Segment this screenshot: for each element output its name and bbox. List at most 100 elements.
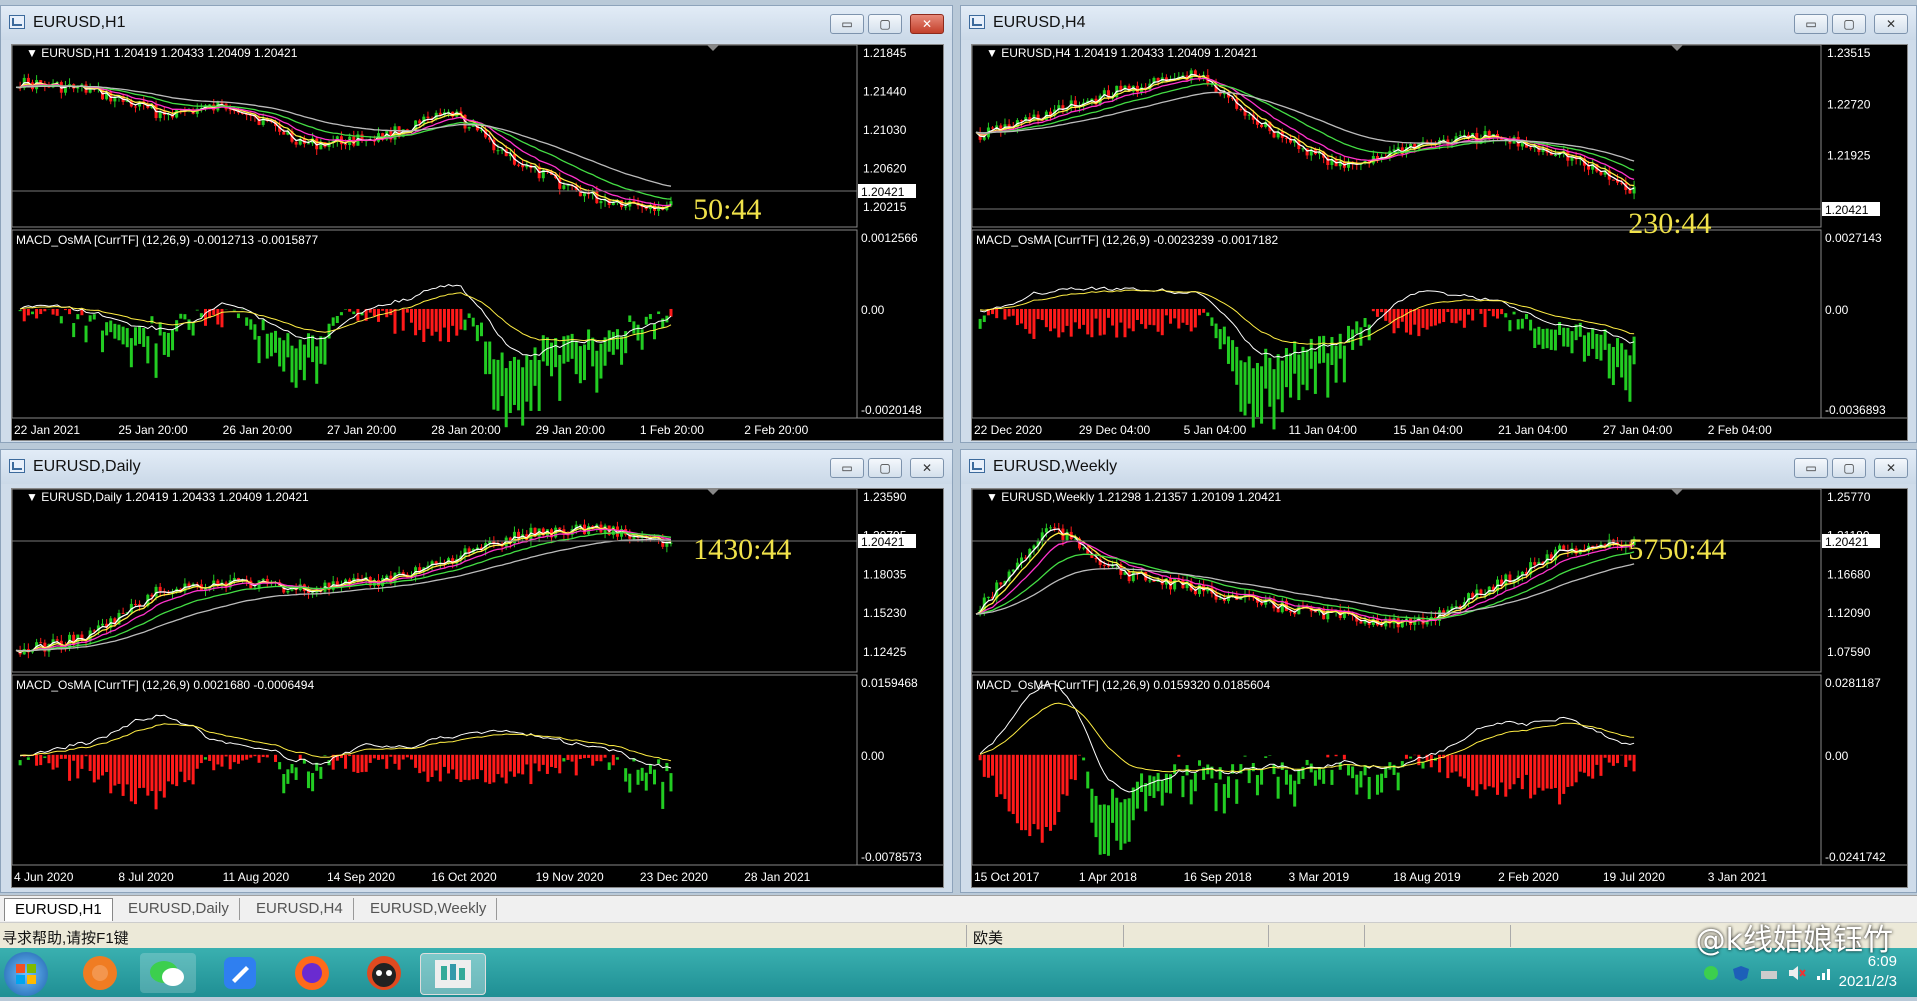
chart-header: ▼ EURUSD,H4 1.20419 1.20433 1.20409 1.20… [986,46,1258,60]
macd-bar [1082,309,1085,325]
taskbar-app-wechat[interactable] [140,953,196,993]
macd-bar [1525,314,1528,319]
chart-area[interactable]: ▼ EURUSD,Weekly 1.21298 1.21357 1.20109 … [971,488,1908,888]
maximize-button[interactable]: ▢ [1832,14,1866,34]
macd-bar [282,774,285,793]
minimize-button[interactable]: ▭ [1794,14,1828,34]
macd-bar [1628,755,1631,761]
macd-bar [1459,755,1462,777]
macd-bar [1177,755,1180,757]
wechat-tray-icon[interactable] [1703,965,1723,981]
candle [1148,580,1151,581]
macd-bar [1053,309,1056,329]
chart-window-daily[interactable]: EURUSD,Daily ▭ ▢ ✕ ▼ EURUSD,Daily 1.2041… [0,449,953,893]
macd-bar [1003,309,1006,320]
tab-eurusd-weekly[interactable]: EURUSD,Weekly [360,898,497,920]
window-titlebar[interactable]: EURUSD,H1 ▭ ▢ ✕ [1,6,952,40]
macd-bar [616,757,619,759]
chart-window-weekly[interactable]: EURUSD,Weekly ▭ ▢ ✕ ▼ EURUSD,Weekly 1.21… [960,449,1917,893]
ma-mid-line [16,84,671,208]
maximize-button[interactable]: ▢ [868,14,902,34]
ma-slow-line [976,541,1634,621]
close-button[interactable]: ✕ [910,14,944,34]
macd-bar [27,309,30,315]
chart-area[interactable]: ▼ EURUSD,H4 1.20419 1.20433 1.20409 1.20… [971,44,1908,441]
minimize-button[interactable]: ▭ [1794,458,1828,478]
chart-window-h4[interactable]: EURUSD,H4 ▭ ▢ ✕ ▼ EURUSD,H4 1.20419 1.20… [960,5,1917,443]
macd-bar [480,755,483,770]
taskbar-app-metatrader[interactable] [420,953,486,995]
macd-bar [1604,329,1607,349]
macd-bar [595,755,598,761]
macd-bar [1628,355,1631,401]
macd-bar [1140,309,1143,324]
macd-bar [134,327,137,345]
close-button[interactable]: ✕ [910,458,944,478]
macd-bar [163,332,166,355]
macd-bar [488,755,491,784]
ma-slow-line [16,529,671,651]
macd-bar [591,755,594,766]
macd-bar [175,755,178,786]
ma-long-line [976,84,1634,170]
macd-bar [68,309,71,314]
candle [1628,190,1631,193]
macd-bar [369,755,372,763]
start-button[interactable] [4,952,48,996]
window-titlebar[interactable]: EURUSD,Weekly ▭ ▢ ✕ [961,450,1916,484]
candle [1591,546,1594,547]
macd-bar [1061,309,1064,332]
chart-shift-marker [1671,45,1683,51]
taskbar-app-game[interactable] [356,953,412,993]
maximize-button[interactable]: ▢ [868,458,902,478]
chart-window-h1[interactable]: EURUSD,H1 ▭ ▢ ✕ ▼ EURUSD,H1 1.20419 1.20… [0,5,953,443]
candle [517,165,520,166]
chart-area[interactable]: ▼ EURUSD,H1 1.20419 1.20433 1.20409 1.20… [11,44,944,441]
minimize-button[interactable]: ▭ [830,14,864,34]
minimize-button[interactable]: ▭ [830,458,864,478]
window-titlebar[interactable]: EURUSD,H4 ▭ ▢ ✕ [961,6,1916,40]
macd-bar [999,755,1002,794]
date-tick-label: 26 Jan 20:00 [223,423,293,437]
taskbar-app-browser[interactable] [72,953,128,993]
close-button[interactable]: ✕ [1874,458,1908,478]
macd-bar [1210,317,1213,325]
taskbar-app-firefox[interactable] [284,953,340,993]
macd-bar [1550,755,1553,789]
chart-area[interactable]: ▼ EURUSD,Daily 1.20419 1.20433 1.20409 1… [11,488,944,888]
macd-bar [1115,309,1118,338]
maximize-button[interactable]: ▢ [1832,458,1866,478]
macd-bar [1492,755,1495,788]
window-title: EURUSD,Weekly [993,458,1117,476]
tab-eurusd-h4[interactable]: EURUSD,H4 [246,898,354,920]
network-icon[interactable] [1759,965,1779,981]
macd-bar [1471,309,1474,321]
candle [983,137,986,140]
macd-bar [1132,309,1135,331]
macd-bar [1157,773,1160,791]
close-button[interactable]: ✕ [1874,14,1908,34]
macd-bar [1181,309,1184,323]
shield-icon[interactable] [1731,965,1751,981]
macd-bar [1140,773,1143,792]
macd-bar [266,334,269,359]
macd-bar [418,755,421,773]
taskbar-app-notes[interactable] [212,953,268,993]
window-titlebar[interactable]: EURUSD,Daily ▭ ▢ ✕ [1,450,952,484]
macd-bar [1008,309,1011,316]
macd-bar [200,755,203,763]
volume-muted-icon[interactable] [1787,965,1807,981]
macd-bar [1633,337,1636,365]
macd-bar [134,755,137,804]
price-tick-label: 1.21925 [1827,149,1871,163]
tab-eurusd-h1[interactable]: EURUSD,H1 [4,898,113,921]
macd-bar [299,339,302,369]
macd-bar [1119,309,1122,323]
macd-bar [307,333,310,357]
tab-eurusd-daily[interactable]: EURUSD,Daily [118,898,240,920]
macd-bar [583,345,586,381]
macd-bar [550,755,553,767]
watermark-text: @k线姑娘钰竹 [1696,915,1893,959]
signal-icon[interactable] [1815,965,1835,981]
macd-bar [987,755,990,778]
